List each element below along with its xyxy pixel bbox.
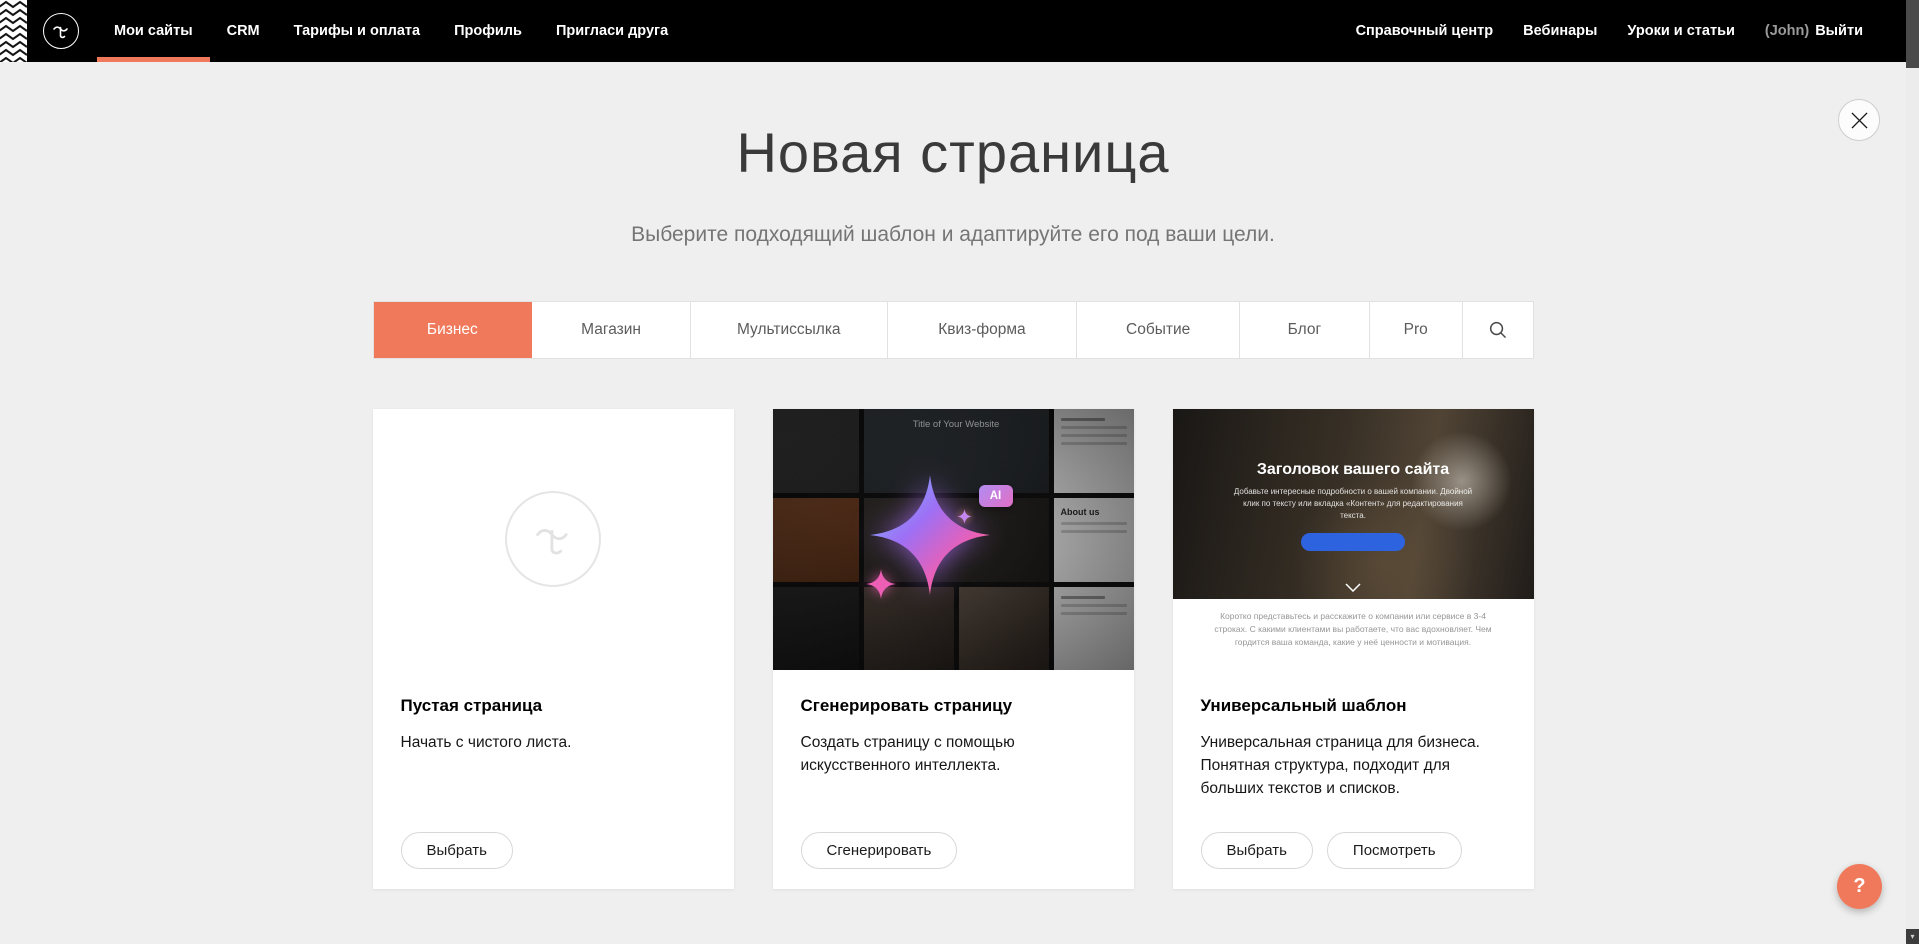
template-hero-section: Заголовок вашего сайта Добавьте интересн… [1173,409,1534,599]
card-body: Универсальный шаблон Универсальная стран… [1173,670,1534,889]
card-description: Начать с чистого листа. [401,731,706,754]
tilda-logo-icon[interactable] [43,13,79,49]
tab-business[interactable]: Бизнес [374,302,533,358]
tiny-sparkle-icon [957,509,972,524]
scrollbar-down-arrow[interactable]: ▾ [1906,929,1919,944]
card-buttons: Выбрать Посмотреть [1201,832,1462,869]
card-title: Универсальный шаблон [1201,696,1506,716]
small-sparkle-icon [866,569,896,599]
tab-label: Мультиссылка [737,321,841,339]
nav-item-label: Профиль [454,23,522,39]
blank-page-preview [373,409,734,670]
tab-search[interactable] [1463,302,1533,358]
tilda-watermark-icon [505,491,601,587]
nav-item-label: Уроки и статьи [1627,23,1734,39]
tab-label: Магазин [581,321,641,339]
main-menu: Мои сайты CRM Тарифы и оплата Профиль Пр… [97,0,685,62]
nav-item-plans-payment[interactable]: Тарифы и оплата [277,0,437,62]
scrollbar-thumb[interactable] [1906,0,1919,68]
template-category-tabs: Бизнес Магазин Мультиссылка Квиз-форма С… [373,301,1534,359]
nav-item-label: Справочный центр [1356,23,1494,39]
logout-label: Выйти [1815,23,1863,39]
tab-label: Бизнес [427,321,478,339]
select-button[interactable]: Выбрать [1201,832,1313,869]
ai-badge: AI [979,485,1013,507]
nav-item-lessons-articles[interactable]: Уроки и статьи [1612,0,1749,62]
nav-item-logout[interactable]: (John) Выйти [1750,0,1878,62]
template-hero-button [1301,533,1405,551]
nav-item-help-center[interactable]: Справочный центр [1341,0,1509,62]
tab-label: Событие [1126,321,1190,339]
nav-item-label: Пригласи друга [556,23,668,39]
new-page-dialog: Новая страница Выберите подходящий шабло… [0,62,1906,944]
tilda-t-glyph [531,517,575,561]
nav-item-invite-friend[interactable]: Пригласи друга [539,0,685,62]
nav-item-label: CRM [227,23,260,39]
tab-label: Pro [1404,321,1428,339]
nav-item-my-sites[interactable]: Мои сайты [97,0,210,62]
tab-label: Квиз-форма [938,321,1025,339]
card-body: Сгенерировать страницу Создать страницу … [773,670,1134,889]
template-hero-subtitle: Добавьте интересные подробности о вашей … [1230,486,1476,523]
preview-button[interactable]: Посмотреть [1327,832,1462,869]
secondary-menu: Справочный центр Вебинары Уроки и статьи… [1341,0,1906,62]
tab-label: Блог [1288,321,1322,339]
tilda-t-glyph [51,21,71,41]
template-body-text: Коротко представьтесь и расскажите о ком… [1203,610,1504,650]
template-card-universal[interactable]: Заголовок вашего сайта Добавьте интересн… [1173,409,1534,889]
arrow-down-icon: ▾ [1910,932,1914,941]
vertical-scrollbar[interactable]: ▾ [1906,0,1919,944]
nav-item-profile[interactable]: Профиль [437,0,539,62]
card-description: Универсальная страница для бизнеса. Поня… [1201,731,1506,801]
template-text-section: Коротко представьтесь и расскажите о ком… [1173,599,1534,670]
ai-generate-preview: Title of Your Website About us [773,409,1134,670]
template-card-ai-generate[interactable]: Title of Your Website About us [773,409,1134,889]
chevron-down-icon [1345,583,1361,592]
page-title: Новая страница [0,120,1906,185]
nav-item-label: Вебинары [1523,23,1597,39]
search-icon [1488,320,1507,339]
card-buttons: Выбрать [401,832,513,869]
tab-multilink[interactable]: Мультиссылка [691,302,888,358]
page-subtitle: Выберите подходящий шаблон и адаптируйте… [0,223,1906,247]
top-navigation-bar: Мои сайты CRM Тарифы и оплата Профиль Пр… [0,0,1906,62]
question-mark-icon: ? [1853,875,1865,898]
tab-store[interactable]: Магазин [532,302,691,358]
tab-blog[interactable]: Блог [1240,302,1370,358]
tab-event[interactable]: Событие [1077,302,1240,358]
card-title: Сгенерировать страницу [801,696,1106,716]
nav-item-crm[interactable]: CRM [210,0,277,62]
help-button[interactable]: ? [1837,864,1882,909]
active-nav-underline [97,57,210,62]
generate-button[interactable]: Сгенерировать [801,832,958,869]
card-buttons: Сгенерировать [801,832,958,869]
user-name: (John) [1765,23,1809,39]
select-button[interactable]: Выбрать [401,832,513,869]
universal-template-preview: Заголовок вашего сайта Добавьте интересн… [1173,409,1534,670]
zigzag-pattern-decoration [0,0,27,62]
tab-quiz-form[interactable]: Квиз-форма [888,302,1078,358]
template-card-blank-page[interactable]: Пустая страница Начать с чистого листа. … [373,409,734,889]
close-button[interactable] [1838,99,1880,141]
card-description: Создать страницу с помощью искусственног… [801,731,1106,778]
close-icon [1851,112,1868,129]
card-title: Пустая страница [401,696,706,716]
template-hero-title: Заголовок вашего сайта [1257,461,1449,479]
template-cards-row: Пустая страница Начать с чистого листа. … [373,409,1534,889]
card-body: Пустая страница Начать с чистого листа. … [373,670,734,889]
nav-item-webinars[interactable]: Вебинары [1508,0,1612,62]
nav-item-label: Мои сайты [114,23,193,39]
tab-pro[interactable]: Pro [1370,302,1463,358]
nav-item-label: Тарифы и оплата [294,23,420,39]
